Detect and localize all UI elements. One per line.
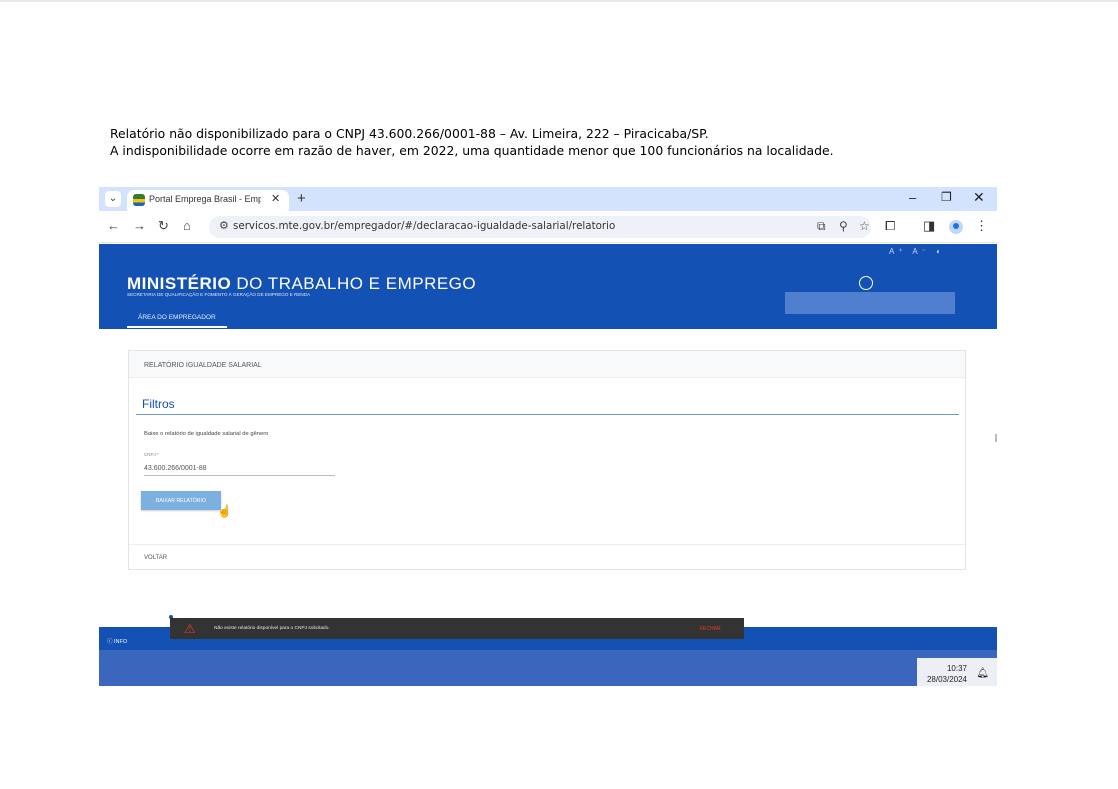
card-title: RELATÓRIO IGUALDADE SALARIAL [144, 362, 262, 369]
back-link[interactable]: VOLTAR [144, 555, 167, 561]
filters-heading: Filtros [142, 397, 175, 411]
bookmark-star-icon[interactable]: ☆ [859, 219, 870, 233]
restore-icon[interactable]: ❐ [941, 190, 952, 204]
filters-description: Baixe o relatório de igualdade salarial … [144, 431, 269, 437]
browser-tab[interactable]: Portal Emprega Brasil - Empreg ✕ [127, 190, 289, 211]
side-panel-icon[interactable]: ◨ [923, 218, 935, 234]
clock-date: 28/03/2024 [926, 675, 967, 684]
url-text: servicos.mte.gov.br/empregador/#/declara… [233, 220, 616, 232]
hand-cursor-icon: ☝ [217, 504, 232, 518]
user-name-field[interactable] [785, 292, 955, 314]
home-icon[interactable]: ⌂ [183, 218, 191, 233]
clock-time: 10:37 [946, 664, 967, 673]
profile-avatar-icon[interactable] [949, 220, 963, 234]
filters-divider [136, 414, 959, 415]
active-tab-indicator [127, 326, 227, 328]
warning-icon: ⚠ [184, 621, 196, 636]
toast-message: Não existe relatório disponível para o C… [214, 626, 330, 631]
reload-icon[interactable]: ↻ [158, 218, 169, 234]
user-account-icon[interactable] [859, 276, 873, 290]
notifications-icon[interactable]: 🔔︎ [976, 668, 989, 679]
toast-close-button[interactable]: FECHAR [700, 626, 721, 632]
download-report-button[interactable]: BAIXAR RELATÓRIO [141, 491, 221, 510]
favicon-icon [133, 194, 145, 206]
ministry-logo[interactable]: MINISTÉRIO DO TRABALHO E EMPREGO [127, 274, 476, 294]
tab-area-empregador[interactable]: ÁREA DO EMPREGADOR [138, 314, 216, 321]
site-header: A⁺ A⁻ ◐ MINISTÉRIO DO TRABALHO E EMPREGO… [99, 244, 997, 329]
menu-kebab-icon[interactable]: ⋮ [975, 218, 988, 234]
site-info-icon[interactable]: ⚙ [219, 219, 229, 232]
tab-bar: ⌄ Portal Emprega Brasil - Empreg ✕ + – ❐… [99, 187, 997, 211]
address-bar[interactable]: ⚙ servicos.mte.gov.br/empregador/#/decla… [209, 216, 871, 238]
browser-screenshot: ⌄ Portal Emprega Brasil - Empreg ✕ + – ❐… [99, 187, 997, 686]
system-clock[interactable]: 10:37 28/03/2024 🔔︎ [917, 658, 997, 686]
zoom-icon[interactable]: ⚲ [839, 219, 848, 233]
forward-icon[interactable]: → [133, 218, 146, 233]
minimize-icon[interactable]: – [909, 190, 916, 205]
cnpj-label: CNPJ * [144, 452, 159, 457]
accessibility-controls[interactable]: A⁺ A⁻ ◐ [889, 247, 945, 256]
tab-close-icon[interactable]: ✕ [271, 192, 280, 205]
brand-rest: DO TRABALHO E EMPREGO [231, 274, 477, 293]
os-taskbar: 10:37 28/03/2024 🔔︎ [99, 650, 997, 686]
new-tab-icon[interactable]: + [297, 190, 306, 207]
scrollbar[interactable] [995, 434, 997, 442]
tab-title: Portal Emprega Brasil - Empreg [149, 194, 261, 204]
report-card: RELATÓRIO IGUALDADE SALARIAL Filtros Bai… [128, 350, 966, 570]
brand-bold: MINISTÉRIO [127, 274, 232, 293]
back-icon[interactable]: ← [107, 218, 120, 233]
cnpj-field[interactable] [144, 462, 335, 476]
error-toast: ⚠ Não existe relatório disponível para o… [170, 618, 744, 639]
top-border [0, 0, 1118, 2]
document-caption: Relatório não disponibilizado para o CNP… [110, 125, 834, 159]
card-divider [129, 544, 965, 545]
install-app-icon[interactable]: ⧉ [817, 219, 826, 234]
window-close-icon[interactable]: ✕ [973, 189, 985, 206]
tab-search-icon[interactable]: ⌄ [105, 191, 121, 207]
main-content: RELATÓRIO IGUALDADE SALARIAL Filtros Bai… [99, 329, 997, 627]
info-link[interactable]: ⓘ INFO [107, 637, 127, 645]
browser-toolbar: ← → ↻ ⌂ ⚙ servicos.mte.gov.br/empregador… [99, 211, 997, 243]
extensions-icon[interactable]: ⧠ [885, 218, 895, 234]
caption-line-2: A indisponibilidade ocorre em razão de h… [110, 143, 834, 158]
ministry-subtitle: SECRETARIA DE QUALIFICAÇÃO E FOMENTO À G… [127, 292, 311, 297]
card-header: RELATÓRIO IGUALDADE SALARIAL [129, 351, 965, 378]
caption-line-1: Relatório não disponibilizado para o CNP… [110, 126, 709, 141]
